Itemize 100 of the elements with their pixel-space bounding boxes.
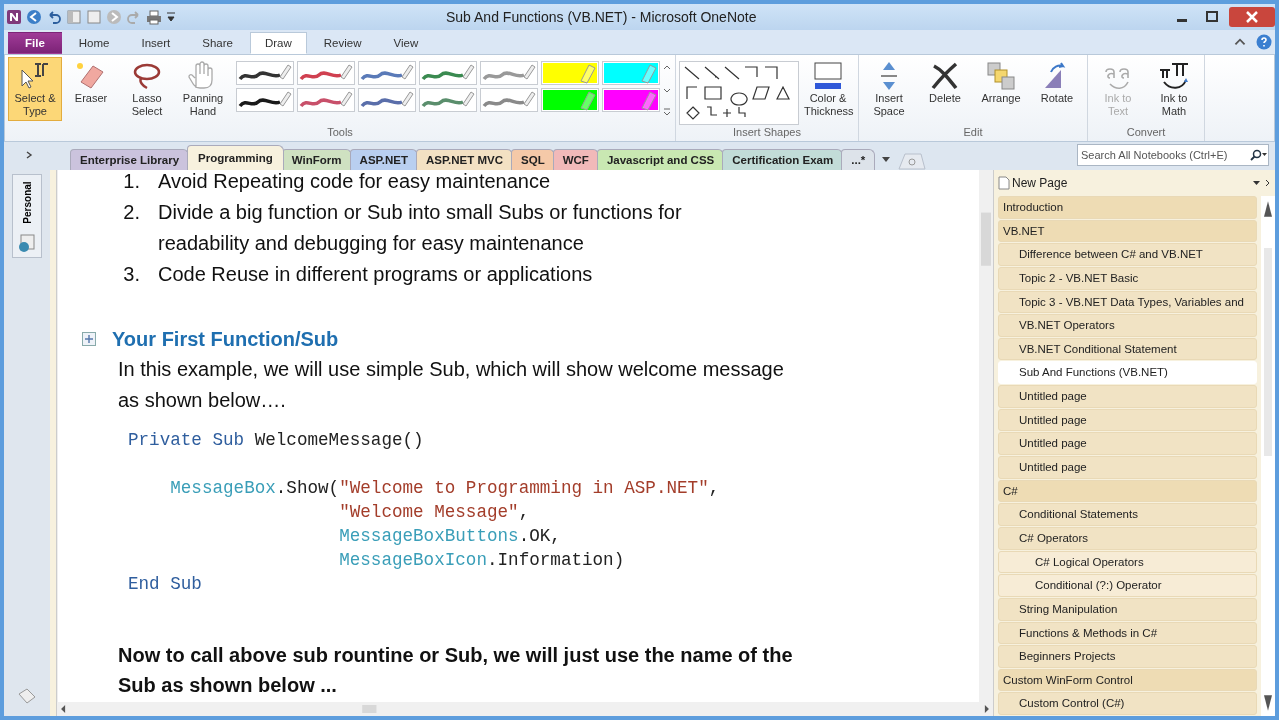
notebook-tab[interactable]: Personal	[12, 174, 42, 258]
section-tab[interactable]: ASP.NET MVC	[415, 149, 514, 170]
page-item[interactable]: Untitled page	[998, 456, 1257, 479]
pen-swatch[interactable]	[541, 61, 599, 85]
vertical-scrollbar[interactable]	[979, 170, 993, 702]
list-number: 3.	[122, 262, 140, 287]
convert-button[interactable]: Ink to Math	[1147, 57, 1201, 121]
page-item[interactable]: C# Logical Operators	[998, 550, 1257, 574]
section-tab[interactable]: Javascript and CSS	[596, 149, 725, 170]
page-item[interactable]: VB.NET Conditional Statement	[998, 337, 1257, 361]
page-item[interactable]: Sub And Functions (VB.NET)	[998, 361, 1257, 385]
back-icon[interactable]	[26, 9, 42, 25]
pi-icon	[1158, 60, 1190, 92]
page-icon	[998, 176, 1010, 190]
list-item-text: Code Reuse in different programs or applications	[158, 262, 594, 287]
list-item-text: Divide a big function or Sub into small Subs or functions for readability and debugging for easy maintenance	[158, 200, 683, 256]
page-item[interactable]: VB.NET Operators	[998, 314, 1257, 337]
section-tab[interactable]: ...*	[841, 149, 876, 170]
dropdown-icon[interactable]	[881, 154, 892, 164]
paragraph: Now to call above sub rountine or Sub, we will just use the name of the Sub as shown below ...	[118, 643, 794, 698]
page-item[interactable]: C# Operators	[998, 526, 1257, 550]
page-item[interactable]: Conditional Statements	[998, 503, 1257, 526]
edit-button[interactable]: Insert Space	[862, 57, 916, 121]
page-item[interactable]: Untitled page	[998, 385, 1257, 408]
window-title: Sub And Functions (VB.NET) - Microsoft OneNote	[446, 9, 758, 25]
page-item[interactable]: Untitled page	[998, 408, 1257, 432]
dropdown-icon[interactable]	[1251, 178, 1271, 188]
ribbon-tab[interactable]: Review	[308, 32, 377, 54]
ribbon-tab[interactable]: Home	[63, 32, 125, 54]
ribbon-tab[interactable]: File	[8, 32, 62, 54]
pen-swatch[interactable]	[419, 88, 477, 112]
customize-icon[interactable]	[166, 11, 176, 23]
pen-swatch[interactable]	[419, 61, 477, 85]
expand-outline-icon[interactable]	[82, 332, 96, 346]
close-icon[interactable]	[1229, 7, 1275, 27]
color-thickness-icon	[812, 60, 844, 92]
ribbon-tab[interactable]: View	[378, 32, 434, 54]
ribbon-tab[interactable]: Insert	[126, 32, 186, 54]
group-label: Insert Shapes	[732, 126, 802, 140]
page-item[interactable]: C#	[998, 479, 1257, 503]
group-label: Edit	[962, 126, 984, 140]
list-number: 1.	[122, 169, 140, 194]
page-item[interactable]: Beginners Projects	[998, 645, 1257, 668]
page-item[interactable]: Custom Control (C#)	[998, 692, 1257, 716]
notebook-icon	[17, 233, 37, 253]
page-item[interactable]: String Manipulation	[998, 597, 1257, 621]
pen-swatch[interactable]	[236, 88, 294, 112]
edit-button[interactable]: Delete	[918, 57, 972, 108]
ribbon-tab[interactable]: Share	[187, 32, 248, 54]
edit-button[interactable]: Rotate	[1030, 57, 1084, 108]
section-tab[interactable]: Certification Exam	[722, 149, 844, 170]
page-item[interactable]: Conditional (?:) Operator	[998, 574, 1257, 597]
stacked-squares-icon	[985, 60, 1017, 92]
pen-swatch[interactable]	[297, 61, 355, 85]
section-tab[interactable]: WCF	[552, 149, 599, 170]
edit-button[interactable]: Arrange	[974, 57, 1028, 108]
page-item[interactable]: Topic 2 - VB.NET Basic	[998, 266, 1257, 290]
group-label: Convert	[1125, 126, 1167, 140]
pen-swatch[interactable]	[358, 88, 416, 112]
page-item[interactable]: Custom WinForm Control	[998, 668, 1257, 692]
notebooks-icon[interactable]	[16, 686, 38, 706]
list-number: 2.	[122, 200, 140, 225]
ribbon-tab[interactable]: Draw	[249, 32, 307, 54]
page-item[interactable]: Untitled page	[998, 432, 1257, 456]
pen-swatch[interactable]	[236, 61, 294, 85]
page-item[interactable]: Topic 3 - VB.NET Data Types, Variables and	[998, 290, 1257, 314]
pen-swatch[interactable]	[602, 88, 660, 112]
pen-swatch[interactable]	[297, 88, 355, 112]
expand-icon[interactable]	[24, 150, 34, 160]
help-icon[interactable]	[1256, 34, 1272, 50]
undo-icon[interactable]	[46, 9, 62, 25]
pen-swatch[interactable]	[541, 88, 599, 112]
pen-swatch[interactable]	[358, 61, 416, 85]
horizontal-scrollbar[interactable]	[57, 702, 993, 716]
tool-button[interactable]: Eraser	[64, 57, 118, 108]
search-field[interactable]: Search All Notebooks (Ctrl+E)	[1077, 144, 1269, 166]
section-tab[interactable]: Enterprise Library	[70, 149, 190, 170]
new-page-button[interactable]: New Page	[998, 176, 1068, 190]
tool-button[interactable]: Select & Type	[8, 57, 62, 121]
section-tab[interactable]: SQL	[511, 149, 555, 170]
search-icon[interactable]	[1248, 149, 1268, 161]
page-item[interactable]: Functions & Methods in C#	[998, 621, 1257, 645]
tool-button[interactable]: Panning Hand	[176, 57, 230, 121]
group-label: Tools	[326, 126, 354, 140]
color-thickness-button[interactable]: Color & Thickness	[801, 57, 855, 121]
section-tab[interactable]: ASP.NET	[349, 149, 418, 170]
page-item[interactable]: Introduction	[998, 196, 1257, 219]
pen-swatch[interactable]	[602, 61, 660, 85]
pen-swatch[interactable]	[480, 88, 538, 112]
paragraph: In this example, we will use simple Sub, which will show welcome message as shown below….	[118, 357, 785, 413]
page-item[interactable]: VB.NET	[998, 219, 1257, 243]
section-tab[interactable]: Programming	[187, 145, 284, 170]
tool-button[interactable]: Lasso Select	[120, 57, 174, 121]
page-item[interactable]: Difference between C# and VB.NET	[998, 243, 1257, 266]
shapes-gallery[interactable]	[679, 61, 799, 125]
section-tab[interactable]: WinForm	[281, 149, 352, 170]
pen-swatch[interactable]	[480, 61, 538, 85]
list-item-text: Avoid Repeating code for easy maintenance	[158, 169, 552, 194]
vertical-scrollbar[interactable]	[1261, 196, 1275, 716]
printer-icon[interactable]	[146, 9, 162, 25]
